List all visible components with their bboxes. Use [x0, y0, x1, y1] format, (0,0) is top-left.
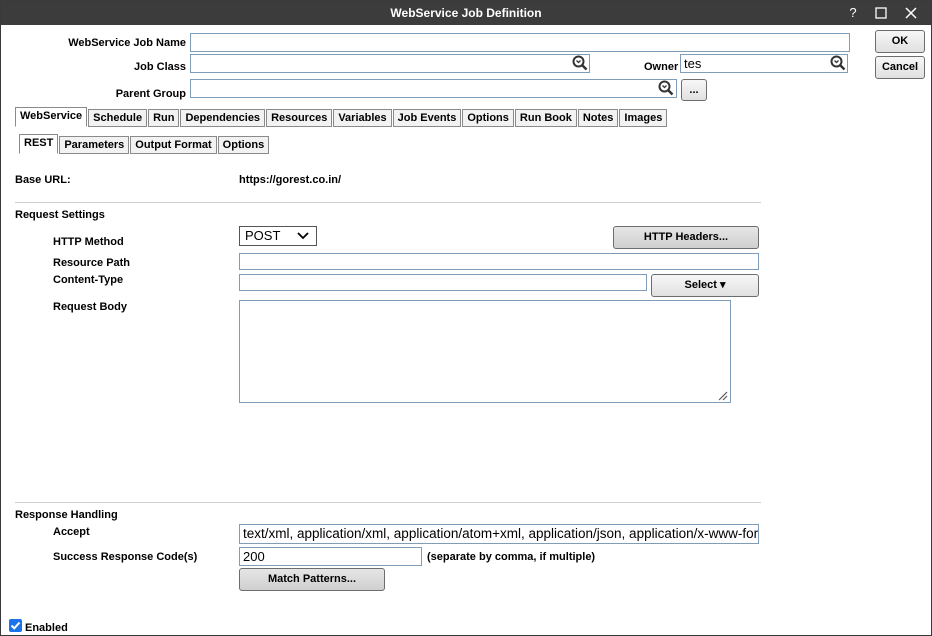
- subtab-parameters[interactable]: Parameters: [59, 136, 130, 154]
- resize-grip-icon[interactable]: [716, 389, 728, 401]
- http-method-label: HTTP Method: [53, 236, 124, 248]
- owner-input[interactable]: tes: [680, 54, 848, 73]
- ok-button[interactable]: OK: [875, 30, 925, 53]
- accept-label: Accept: [53, 526, 90, 538]
- tab-resources[interactable]: Resources: [266, 109, 333, 127]
- match-patterns-button[interactable]: Match Patterns...: [239, 568, 385, 591]
- job-name-input[interactable]: [190, 33, 850, 52]
- checkmark-icon: [10, 621, 21, 630]
- content-type-label: Content-Type: [53, 274, 124, 286]
- job-class-input[interactable]: [190, 54, 590, 73]
- divider: [15, 202, 761, 203]
- divider: [15, 502, 761, 503]
- chevron-down-icon: [297, 232, 309, 240]
- resource-path-input[interactable]: [239, 253, 759, 270]
- request-body-textarea[interactable]: [239, 300, 731, 403]
- tab-images[interactable]: Images: [619, 109, 668, 127]
- maximize-button[interactable]: [867, 1, 895, 25]
- http-method-select[interactable]: POST: [239, 226, 317, 246]
- tab-dependencies[interactable]: Dependencies: [180, 109, 266, 127]
- owner-label: Owner: [644, 61, 679, 73]
- success-codes-label: Success Response Code(s): [53, 551, 198, 563]
- parent-group-search-icon[interactable]: [658, 80, 674, 96]
- window-title: WebService Job Definition: [390, 6, 542, 20]
- job-name-label: WebService Job Name: [68, 37, 186, 49]
- tab-options[interactable]: Options: [462, 109, 514, 127]
- parent-group-label: Parent Group: [115, 88, 186, 100]
- help-button[interactable]: ?: [839, 1, 867, 25]
- main-tab-bar: WebService Schedule Run Dependencies Res…: [15, 107, 668, 127]
- success-codes-input[interactable]: 200: [239, 547, 422, 566]
- request-body-label: Request Body: [53, 301, 127, 313]
- base-url-value: https://gorest.co.in/: [239, 174, 342, 186]
- base-url-label: Base URL:: [15, 174, 71, 186]
- accept-input[interactable]: text/xml, application/xml, application/a…: [239, 524, 759, 544]
- tab-notes[interactable]: Notes: [577, 109, 619, 127]
- content-type-input[interactable]: [239, 274, 647, 291]
- response-handling-heading: Response Handling: [15, 509, 118, 521]
- subtab-rest[interactable]: REST: [19, 134, 59, 154]
- parent-group-input[interactable]: [190, 79, 677, 98]
- job-definition-dialog: WebService Job Definition ? WebService J…: [0, 0, 932, 636]
- enabled-label: Enabled: [25, 622, 68, 634]
- tab-run[interactable]: Run: [148, 109, 180, 127]
- tab-variables[interactable]: Variables: [333, 109, 392, 127]
- parent-group-browse-button[interactable]: ...: [681, 79, 707, 101]
- owner-search-icon[interactable]: [830, 55, 846, 71]
- subtab-options[interactable]: Options: [217, 136, 270, 154]
- close-icon: [905, 7, 917, 19]
- job-class-label: Job Class: [134, 61, 186, 73]
- tab-schedule[interactable]: Schedule: [88, 109, 148, 127]
- content-type-select-button[interactable]: Select ▾: [651, 274, 759, 297]
- title-bar: WebService Job Definition ?: [1, 1, 931, 25]
- close-button[interactable]: [897, 1, 925, 25]
- request-settings-heading: Request Settings: [15, 209, 105, 221]
- tab-webservice[interactable]: WebService: [15, 107, 88, 127]
- maximize-icon: [875, 7, 887, 19]
- sub-tab-bar: REST Parameters Output Format Options: [19, 134, 270, 154]
- http-headers-button[interactable]: HTTP Headers...: [613, 226, 759, 249]
- subtab-output-format[interactable]: Output Format: [130, 136, 217, 154]
- resource-path-label: Resource Path: [53, 257, 131, 269]
- job-class-search-icon[interactable]: [572, 55, 588, 71]
- tab-run-book[interactable]: Run Book: [514, 109, 577, 127]
- enabled-checkbox[interactable]: [9, 619, 22, 632]
- tab-job-events[interactable]: Job Events: [392, 109, 462, 127]
- cancel-button[interactable]: Cancel: [875, 56, 925, 79]
- success-codes-hint: (separate by comma, if multiple): [427, 551, 596, 563]
- http-method-value: POST: [245, 228, 281, 243]
